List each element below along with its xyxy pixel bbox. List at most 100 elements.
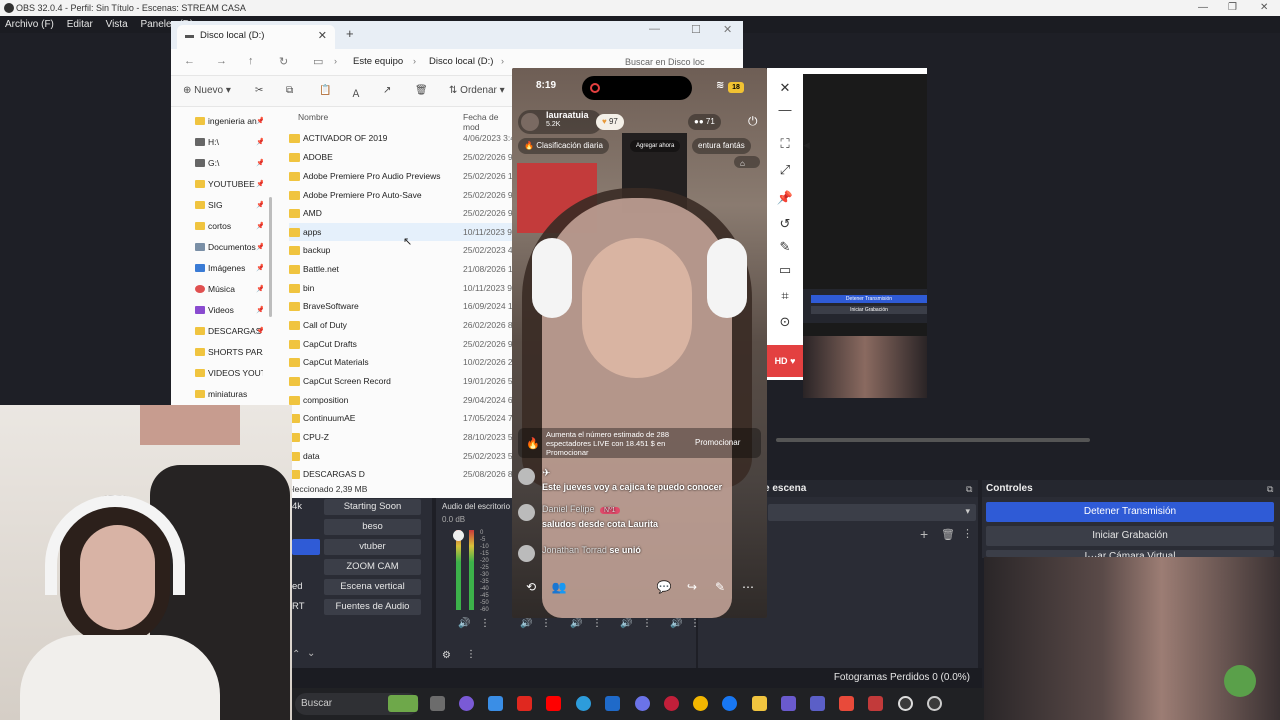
home-chip[interactable]: ⌂ bbox=[734, 156, 760, 168]
chevron-down-icon[interactable]: ⌄ bbox=[307, 648, 315, 659]
promo-button[interactable]: Promocionar bbox=[695, 438, 740, 447]
stop-stream-button[interactable]: Detener Transmisión bbox=[986, 502, 1274, 522]
scene-zoom-cam[interactable]: ZOOM CAM bbox=[324, 559, 421, 575]
menu-vista[interactable]: Vista bbox=[101, 16, 133, 33]
guests-icon[interactable]: 👥 bbox=[548, 576, 570, 598]
copy-icon[interactable]: ⧉ bbox=[286, 85, 293, 96]
scene-fuentes-audio[interactable]: Fuentes de Audio bbox=[324, 599, 421, 615]
nav-item[interactable]: Música 📌 bbox=[195, 279, 263, 300]
app-icon[interactable] bbox=[868, 696, 883, 711]
more-icon[interactable]: ⋮ bbox=[480, 618, 490, 629]
minimize-icon[interactable]: — bbox=[1198, 0, 1208, 16]
scene-left-label[interactable]: RT bbox=[292, 599, 318, 615]
scene-vtuber[interactable]: vtuber bbox=[324, 539, 421, 555]
capcut-icon[interactable] bbox=[839, 696, 854, 711]
more-icon[interactable]: ⋮ bbox=[466, 649, 476, 660]
back-icon[interactable]: ← bbox=[184, 55, 195, 67]
rename-icon[interactable]: Ａ bbox=[351, 85, 361, 100]
outlook-icon[interactable] bbox=[605, 696, 620, 711]
nav-item[interactable]: SHORTS PARA S bbox=[195, 342, 263, 363]
more-icon[interactable]: ⋮ bbox=[962, 527, 973, 540]
add-now-chip[interactable]: Agregar ahora bbox=[630, 140, 681, 152]
explorer-tab[interactable]: Disco local (D:) ✕ bbox=[177, 25, 335, 49]
nav-item[interactable]: Videos 📌 bbox=[195, 300, 263, 321]
share-icon[interactable]: ↪ bbox=[681, 576, 703, 598]
facebook-icon[interactable] bbox=[722, 696, 737, 711]
scene-escena-vertical[interactable]: Escena vertical bbox=[324, 579, 421, 595]
speaker-icon[interactable]: 🔊 bbox=[520, 618, 532, 629]
onenote-icon[interactable] bbox=[781, 696, 796, 711]
chrome-icon[interactable] bbox=[693, 696, 708, 711]
speaker-icon[interactable]: 🔊 bbox=[458, 618, 470, 629]
cut-icon[interactable]: ✂ bbox=[255, 85, 263, 96]
crop-icon[interactable]: ⌗ bbox=[775, 286, 795, 306]
share-icon[interactable]: ↗ bbox=[383, 85, 391, 96]
gear-icon[interactable]: ⚙ bbox=[442, 650, 451, 661]
nav-item[interactable]: VIDEOS YOUTUI bbox=[195, 363, 263, 384]
screenshot-icon[interactable]: ⛶ bbox=[775, 134, 795, 154]
speaker-icon[interactable]: 🔊 bbox=[570, 618, 582, 629]
more-icon[interactable]: ⋮ bbox=[642, 618, 652, 629]
nav-item[interactable]: DESCARGAS 📌 bbox=[195, 321, 263, 342]
nav-item[interactable]: YOUTUBEE 📌 bbox=[195, 174, 263, 195]
sort-button[interactable]: ⇅ Ordenar ▾ bbox=[449, 85, 505, 96]
rotate-icon[interactable]: ↺ bbox=[775, 214, 795, 234]
store-icon[interactable] bbox=[488, 696, 503, 711]
speaker-icon[interactable]: 🔊 bbox=[670, 618, 682, 629]
close-tab-icon[interactable]: ✕ bbox=[318, 25, 327, 47]
minimize-icon[interactable]: — bbox=[649, 23, 660, 35]
speaker-icon[interactable]: 🔊 bbox=[620, 618, 632, 629]
nav-item[interactable]: H:\ 📌 bbox=[195, 132, 263, 153]
close-icon[interactable]: ✕ bbox=[723, 23, 732, 36]
record-icon[interactable]: ⊙ bbox=[775, 312, 795, 332]
add-icon[interactable]: + bbox=[920, 526, 928, 542]
column-name[interactable]: Nombre bbox=[298, 112, 328, 122]
preview-scrollbar[interactable] bbox=[776, 438, 1090, 442]
magic-icon[interactable]: ✎ bbox=[709, 576, 731, 598]
more-icon[interactable]: ⋮ bbox=[592, 618, 602, 629]
forward-icon[interactable]: → bbox=[216, 55, 227, 67]
menu-editar[interactable]: Editar bbox=[62, 16, 98, 33]
gift-chip[interactable]: ♥ 97 bbox=[596, 114, 624, 130]
more-icon[interactable]: ⋮ bbox=[690, 618, 700, 629]
dock-float-icon[interactable]: ⧉ bbox=[966, 484, 972, 495]
scene-starting-soon[interactable]: Starting Soon bbox=[324, 499, 421, 515]
nav-item[interactable]: cortos 📌 bbox=[195, 216, 263, 237]
scene-beso[interactable]: beso bbox=[324, 519, 421, 535]
youtube-icon[interactable] bbox=[546, 696, 561, 711]
scene-left-label[interactable]: ed bbox=[292, 579, 318, 595]
power-icon[interactable]: ⏻ bbox=[748, 114, 758, 129]
teams-icon[interactable] bbox=[810, 696, 825, 711]
fullscreen-icon[interactable]: ⤢ bbox=[775, 160, 795, 180]
nav-item[interactable]: Imágenes 📌 bbox=[195, 258, 263, 279]
promo-banner[interactable]: 🔥 Aumenta el número estimado de 288 espe… bbox=[518, 428, 761, 458]
co-host-icon[interactable]: ⟲ bbox=[520, 576, 542, 598]
delete-icon[interactable]: 🗑 bbox=[415, 85, 428, 96]
up-icon[interactable]: ↑ bbox=[248, 55, 254, 67]
more-icon[interactable]: ⋮ bbox=[541, 618, 551, 629]
scene-selected[interactable] bbox=[292, 539, 320, 555]
maximize-icon[interactable]: ☐ bbox=[691, 23, 701, 36]
host-chip[interactable]: lauraatuia 5.2K bbox=[518, 110, 602, 134]
dock-float-icon[interactable]: ⧉ bbox=[1267, 484, 1273, 495]
fans-chip[interactable]: entura fantás bbox=[692, 138, 751, 154]
nav-item[interactable]: G:\ 📌 bbox=[195, 153, 263, 174]
breadcrumb-this-pc[interactable]: Este equipo bbox=[353, 56, 403, 67]
nav-item[interactable]: SIG 📌 bbox=[195, 195, 263, 216]
virtual-cam-button[interactable]: I···ar Cámara Virtual bbox=[986, 550, 1274, 557]
nav-pane-scrollbar[interactable] bbox=[269, 197, 272, 317]
new-tab-icon[interactable]: + bbox=[346, 26, 354, 41]
obs-icon[interactable] bbox=[898, 696, 913, 711]
nav-item[interactable]: Documentos 📌 bbox=[195, 237, 263, 258]
copilot-icon[interactable] bbox=[459, 696, 474, 711]
more-icon[interactable]: ⋯ bbox=[737, 576, 759, 598]
window-icon[interactable]: ▭ bbox=[775, 260, 795, 280]
scene-left-label[interactable]: 4k bbox=[292, 499, 318, 515]
transition-select[interactable]: ▾ bbox=[768, 504, 976, 521]
close-icon[interactable]: ✕ bbox=[775, 78, 795, 98]
netflix-icon[interactable] bbox=[517, 696, 532, 711]
viewer-count-chip[interactable]: ●● 71 bbox=[688, 114, 721, 130]
settings-icon[interactable] bbox=[927, 696, 942, 711]
comment-icon[interactable]: 💬 bbox=[653, 576, 675, 598]
hd-button[interactable]: HD ♥ bbox=[767, 345, 803, 377]
